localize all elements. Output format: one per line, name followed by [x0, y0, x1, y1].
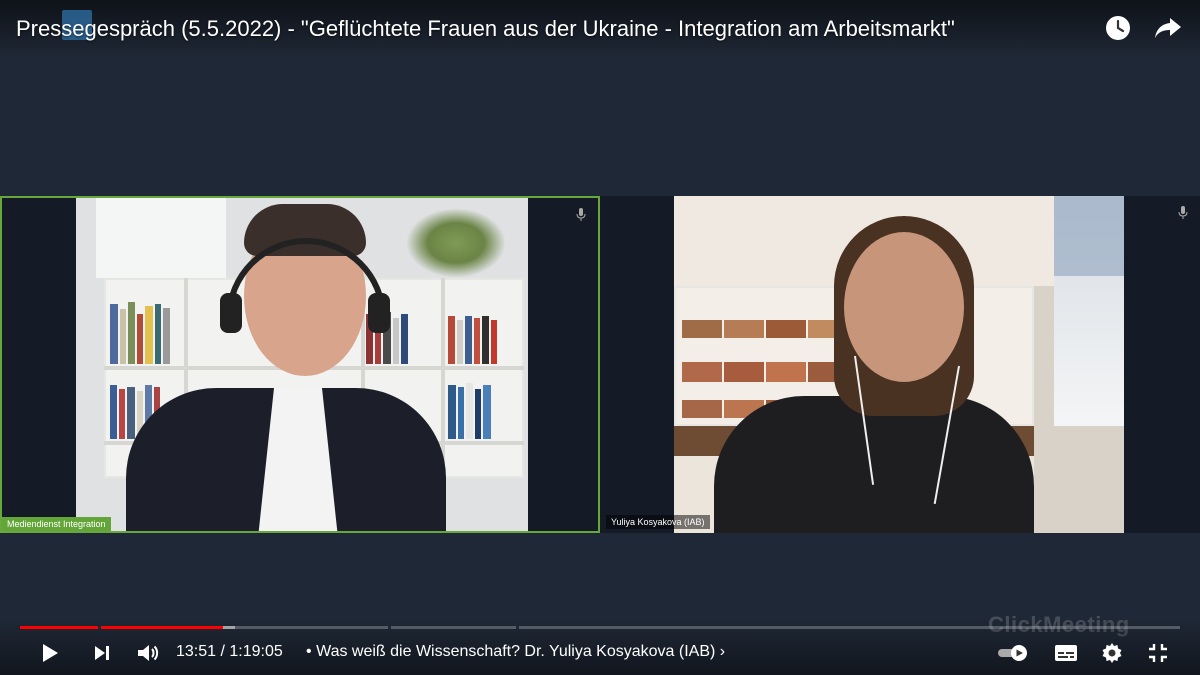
next-button[interactable]	[88, 638, 116, 668]
chapter-bullet: •	[306, 643, 312, 660]
progress-bar[interactable]	[20, 626, 1180, 629]
gear-icon	[1102, 643, 1122, 663]
current-time: 13:51	[176, 643, 217, 660]
play-button[interactable]	[36, 638, 64, 668]
play-icon	[43, 644, 58, 662]
chapter-arrow-icon: ›	[719, 643, 726, 660]
chapter-title[interactable]: • Was weiß die Wissenschaft? Dr. Yuliya …	[306, 643, 725, 661]
progress-played	[20, 626, 223, 629]
participant-tile-kosyakova[interactable]: Yuliya Kosyakova (IAB)	[600, 196, 1200, 533]
autoplay-toggle[interactable]	[996, 638, 1030, 668]
chapter-marker	[516, 626, 519, 629]
chapter-marker	[388, 626, 391, 629]
participant-name-tag: Mediendienst Integration	[2, 517, 111, 531]
share-icon[interactable]	[1154, 14, 1182, 42]
autoplay-icon	[998, 645, 1027, 661]
watch-later-icon[interactable]	[1104, 14, 1132, 42]
time-display: 13:51 / 1:19:05	[176, 643, 283, 661]
participant-tile-mediendienst[interactable]: Mediendienst Integration	[0, 196, 600, 533]
title-bar: Pressegespräch (5.5.2022) - "Geflüchtete…	[0, 0, 1200, 58]
participant-person	[714, 396, 1034, 533]
subtitles-button[interactable]	[1052, 638, 1080, 668]
volume-icon	[138, 645, 159, 661]
settings-button[interactable]	[1098, 638, 1126, 668]
video-stage: Mediendienst Integration Yuliya Kosyakov…	[0, 58, 1200, 618]
progress-buffered	[223, 626, 235, 629]
exit-fullscreen-button[interactable]	[1144, 638, 1172, 668]
mic-icon	[1178, 206, 1188, 225]
exit-fullscreen-icon	[1149, 644, 1167, 662]
subtitles-icon	[1055, 645, 1077, 661]
time-separator: /	[216, 643, 230, 660]
volume-button[interactable]	[134, 638, 162, 668]
participant-name-tag: Yuliya Kosyakova (IAB)	[606, 515, 710, 529]
chapter-label: Was weiß die Wissenschaft? Dr. Yuliya Ko…	[316, 643, 716, 660]
player-controls: 13:51 / 1:19:05 • Was weiß die Wissensch…	[0, 618, 1200, 675]
mic-icon	[576, 208, 586, 227]
duration: 1:19:05	[229, 643, 283, 660]
chapter-marker	[98, 626, 101, 629]
next-icon	[95, 646, 109, 660]
participant-video	[76, 198, 528, 531]
participant-video	[674, 196, 1124, 533]
video-title[interactable]: Pressegespräch (5.5.2022) - "Geflüchtete…	[16, 0, 955, 58]
